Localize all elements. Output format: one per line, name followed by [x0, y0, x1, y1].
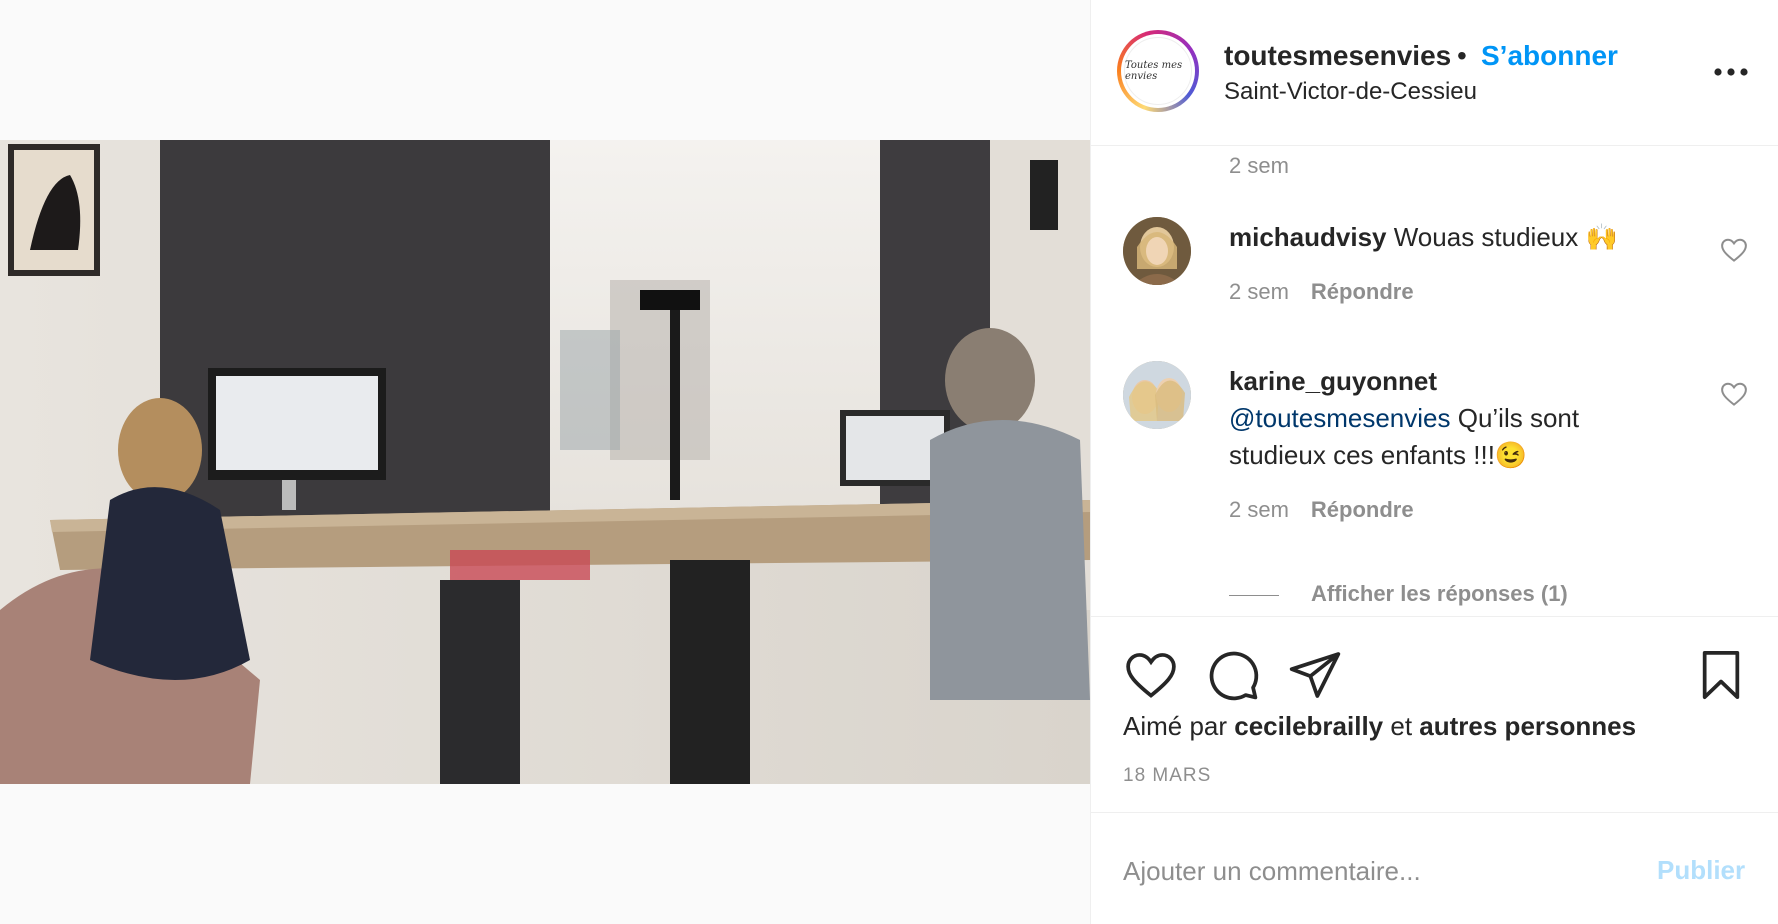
comment-time: 2 sem [1229, 497, 1289, 522]
likes-middle: et [1383, 711, 1420, 741]
likes-prefix: Aimé par [1123, 711, 1235, 741]
comment-time: 2 sem [1229, 279, 1289, 304]
post-date[interactable]: 18 MARS [1123, 765, 1211, 787]
more-options-dots [1714, 68, 1748, 76]
comment-text: karine_guyonnet @toutesmesenvies Qu’ils s… [1229, 363, 1679, 474]
save-bookmark-icon[interactable] [1693, 647, 1749, 703]
comment-text: michaudvisy Wouas studieux 🙌 [1229, 219, 1679, 256]
view-replies-line [1229, 594, 1279, 596]
location-link[interactable]: Saint-Victor-de-Cessieu [1224, 78, 1477, 106]
view-replies-button[interactable]: Afficher les réponses (1) [1229, 581, 1568, 607]
likes-user-link[interactable]: cecilebrailly [1234, 711, 1383, 741]
follow-button[interactable]: S’abonner [1481, 40, 1618, 72]
post-photo-illustration [0, 140, 1090, 784]
comment-icon[interactable] [1205, 647, 1261, 703]
commenter-avatar[interactable] [1123, 361, 1191, 429]
commenter-avatar[interactable] [1123, 217, 1191, 285]
share-icon[interactable] [1287, 647, 1343, 703]
reply-button[interactable]: Répondre [1311, 497, 1414, 522]
post-sidebar: Toutes mes envies toutesmesenvies • S’ab… [1090, 0, 1778, 924]
publish-button[interactable]: Publier [1657, 855, 1745, 886]
commenter-username[interactable]: michaudvisy [1229, 222, 1387, 252]
comment-like-icon[interactable] [1719, 379, 1749, 409]
header-separator: • [1457, 40, 1467, 71]
commenter-username[interactable]: karine_guyonnet [1229, 366, 1437, 396]
likes-summary: Aimé par cecilebrailly et autres personn… [1123, 711, 1636, 742]
comment-meta: 2 sem Répondre [1229, 279, 1414, 305]
post-actions: Aimé par cecilebrailly et autres personn… [1091, 616, 1778, 812]
profile-logo: Toutes mes envies [1124, 37, 1192, 105]
comment-mention[interactable]: @toutesmesenvies [1229, 403, 1451, 433]
profile-username-link[interactable]: toutesmesenvies [1224, 40, 1451, 72]
post-header: Toutes mes envies toutesmesenvies • S’ab… [1091, 0, 1778, 146]
comment-timestamp: 2 sem [1229, 153, 1289, 178]
more-options-icon[interactable] [1711, 52, 1751, 92]
post-photo[interactable] [0, 140, 1090, 784]
profile-avatar[interactable]: Toutes mes envies [1117, 30, 1199, 112]
reply-button[interactable]: Répondre [1311, 279, 1414, 304]
comment-body: Wouas studieux 🙌 [1386, 222, 1618, 252]
like-icon[interactable] [1123, 647, 1179, 703]
likes-others-link[interactable]: autres personnes [1419, 711, 1636, 741]
comments-list[interactable]: 2 sem michaudvisy Wouas studieux 🙌 2 sem… [1091, 147, 1778, 615]
comment-input[interactable] [1123, 851, 1623, 891]
comment-meta: 2 sem Répondre [1229, 497, 1414, 523]
view-replies-label: Afficher les réponses (1) [1311, 581, 1568, 606]
add-comment-bar: Publier [1091, 812, 1778, 924]
comment-like-icon[interactable] [1719, 235, 1749, 265]
media-pane [0, 0, 1090, 924]
